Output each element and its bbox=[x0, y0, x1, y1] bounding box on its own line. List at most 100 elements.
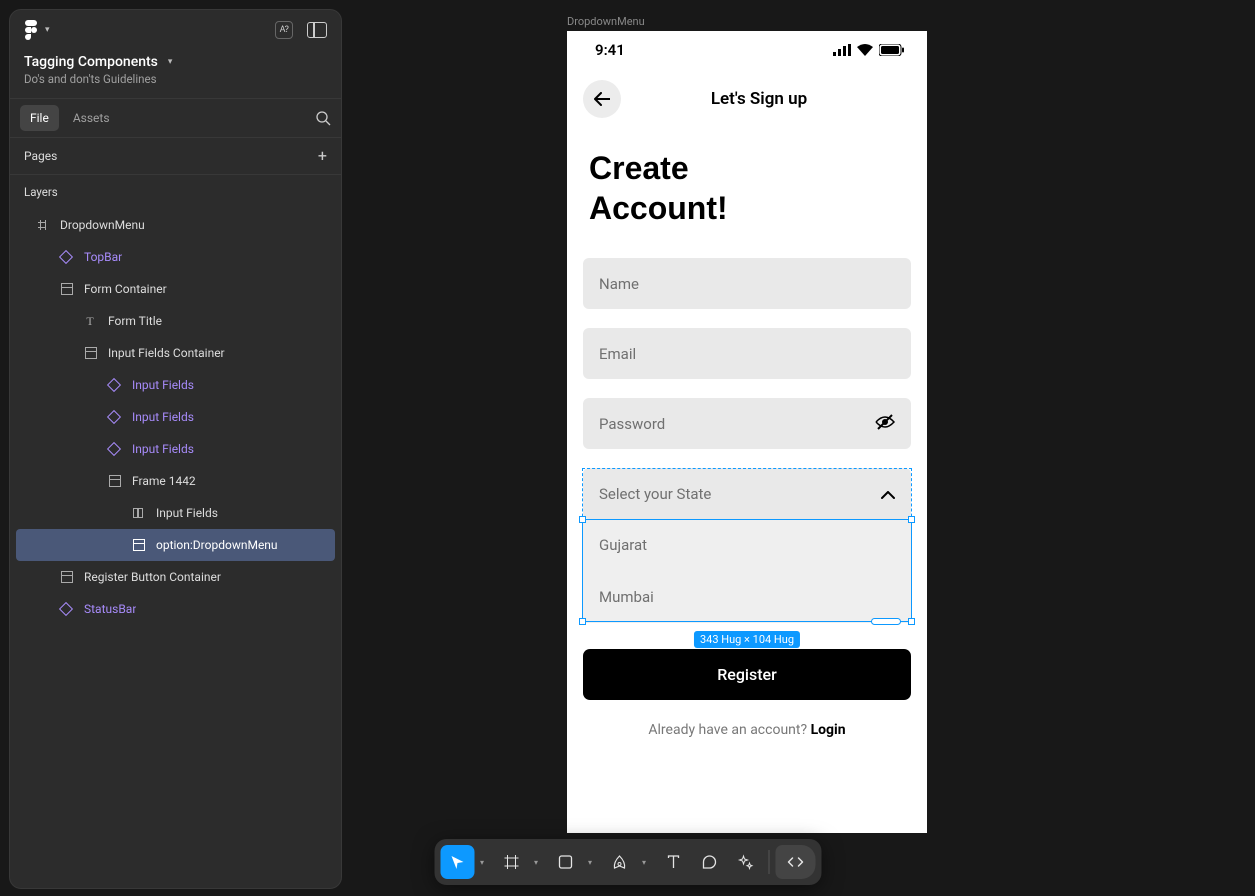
frame-icon bbox=[503, 854, 519, 870]
component-instance-icon bbox=[106, 409, 122, 425]
left-panel: ▾ A? Tagging Components ▾ Do's and don't… bbox=[9, 9, 342, 889]
shape-tool-chevron[interactable]: ▾ bbox=[584, 845, 596, 879]
project-title-row[interactable]: Tagging Components ▾ bbox=[10, 40, 341, 72]
state-dropdown: Select your State Gujarat Mumbai bbox=[583, 468, 911, 519]
instance-icon bbox=[130, 505, 146, 521]
actions-tool[interactable] bbox=[728, 845, 762, 879]
layer-row-input-fields-container[interactable]: Input Fields Container bbox=[10, 337, 341, 369]
password-field[interactable]: Password bbox=[583, 398, 911, 449]
email-field[interactable]: Email bbox=[583, 328, 911, 379]
text-icon: T bbox=[82, 313, 98, 329]
status-time: 9:41 bbox=[595, 41, 625, 59]
layer-row-register-container[interactable]: Register Button Container bbox=[10, 561, 341, 593]
component-instance-icon bbox=[106, 377, 122, 393]
project-title: Tagging Components bbox=[24, 54, 158, 70]
layer-row-frame-1442[interactable]: Frame 1442 bbox=[10, 465, 341, 497]
sparkle-icon bbox=[737, 854, 753, 870]
dev-mode-tool[interactable] bbox=[775, 845, 815, 879]
pen-tool-chevron[interactable]: ▾ bbox=[638, 845, 650, 879]
login-prompt: Already have an account? Login bbox=[583, 722, 911, 738]
tab-file[interactable]: File bbox=[20, 105, 59, 131]
bottom-toolbar: ▾ ▾ ▾ ▾ bbox=[434, 839, 821, 885]
battery-icon bbox=[879, 44, 905, 56]
name-placeholder: Name bbox=[599, 275, 639, 293]
chevron-up-icon bbox=[881, 485, 895, 503]
back-button[interactable] bbox=[583, 80, 621, 118]
register-button-container: Register Already have an account? Login bbox=[583, 649, 911, 738]
statusbar: 9:41 bbox=[567, 31, 927, 69]
chevron-down-icon: ▾ bbox=[45, 25, 50, 35]
name-field[interactable]: Name bbox=[583, 258, 911, 309]
autolayout-icon bbox=[82, 345, 98, 361]
pen-icon bbox=[611, 854, 627, 870]
dropdown-options: Gujarat Mumbai bbox=[583, 519, 911, 623]
dev-mode-icon bbox=[786, 856, 804, 868]
eye-off-icon[interactable] bbox=[875, 414, 895, 434]
layer-row-statusbar[interactable]: StatusBar bbox=[10, 593, 341, 625]
layer-row-option-dropdown[interactable]: option:DropdownMenu bbox=[16, 529, 335, 561]
input-fields-container: Name Email Password Select your State bbox=[567, 228, 927, 519]
selection-size-badge: 343 Hug × 104 Hug bbox=[694, 631, 800, 648]
rectangle-icon bbox=[557, 854, 573, 870]
text-icon bbox=[665, 854, 681, 870]
shape-tool[interactable] bbox=[548, 845, 582, 879]
arrow-left-icon bbox=[594, 92, 610, 106]
sidebar-tabs: File Assets bbox=[10, 98, 341, 138]
component-instance-icon bbox=[58, 601, 74, 617]
frame-tool[interactable] bbox=[494, 845, 528, 879]
comment-tool[interactable] bbox=[692, 845, 726, 879]
topbar-title: Let's Sign up bbox=[637, 89, 881, 109]
dropdown-option-1[interactable]: Gujarat bbox=[583, 519, 911, 571]
cursor-icon bbox=[449, 854, 465, 870]
tab-assets[interactable]: Assets bbox=[63, 105, 120, 131]
state-placeholder: Select your State bbox=[599, 485, 711, 503]
topbar: Let's Sign up bbox=[567, 69, 927, 126]
comment-icon bbox=[701, 854, 717, 870]
autolayout-icon bbox=[58, 569, 74, 585]
login-link[interactable]: Login bbox=[811, 722, 846, 738]
layer-tree: DropdownMenu TopBar Form Container T For… bbox=[10, 209, 341, 888]
pen-tool[interactable] bbox=[602, 845, 636, 879]
layer-row-input-fields-1[interactable]: Input Fields bbox=[10, 369, 341, 401]
layer-row-form-title[interactable]: T Form Title bbox=[10, 305, 341, 337]
canvas[interactable]: DropdownMenu 9:41 Let's Sign up Create A… bbox=[350, 0, 1255, 896]
pages-label: Pages bbox=[24, 149, 57, 163]
layer-row-input-fields-3[interactable]: Input Fields bbox=[10, 433, 341, 465]
move-tool-chevron[interactable]: ▾ bbox=[476, 845, 488, 879]
dropdown-option-2[interactable]: Mumbai bbox=[583, 571, 911, 623]
missing-font-icon[interactable]: A? bbox=[275, 21, 293, 39]
password-placeholder: Password bbox=[599, 415, 665, 433]
toggle-panel-icon[interactable] bbox=[307, 22, 327, 38]
wifi-icon bbox=[857, 44, 873, 56]
text-tool[interactable] bbox=[656, 845, 690, 879]
figma-menu[interactable]: ▾ bbox=[24, 20, 50, 40]
email-placeholder: Email bbox=[599, 345, 636, 363]
frame-icon bbox=[34, 217, 50, 233]
header-actions: A? bbox=[275, 21, 327, 39]
chevron-down-icon: ▾ bbox=[168, 57, 173, 67]
component-instance-icon bbox=[58, 249, 74, 265]
frame-tool-chevron[interactable]: ▾ bbox=[530, 845, 542, 879]
figma-logo-icon bbox=[24, 20, 38, 40]
move-tool[interactable] bbox=[440, 845, 474, 879]
signal-icon bbox=[833, 44, 851, 56]
autolayout-icon bbox=[58, 281, 74, 297]
state-select[interactable]: Select your State bbox=[583, 468, 911, 519]
add-page-icon[interactable]: + bbox=[318, 148, 327, 164]
layer-row-topbar[interactable]: TopBar bbox=[10, 241, 341, 273]
layer-row-input-fields-2[interactable]: Input Fields bbox=[10, 401, 341, 433]
pages-header[interactable]: Pages + bbox=[10, 138, 341, 175]
autolayout-icon bbox=[106, 473, 122, 489]
frame-label[interactable]: DropdownMenu bbox=[567, 15, 645, 28]
phone-frame[interactable]: 9:41 Let's Sign up Create Account! Name … bbox=[567, 31, 927, 833]
layer-row-input-fields-4[interactable]: Input Fields bbox=[10, 497, 341, 529]
layers-label: Layers bbox=[10, 175, 341, 209]
autolayout-icon bbox=[130, 537, 146, 553]
status-icons bbox=[833, 44, 905, 56]
register-button[interactable]: Register bbox=[583, 649, 911, 700]
search-icon[interactable] bbox=[315, 110, 331, 126]
layer-row-frame-root[interactable]: DropdownMenu bbox=[10, 209, 341, 241]
layer-row-form-container[interactable]: Form Container bbox=[10, 273, 341, 305]
toolbar-divider bbox=[768, 850, 769, 874]
component-instance-icon bbox=[106, 441, 122, 457]
